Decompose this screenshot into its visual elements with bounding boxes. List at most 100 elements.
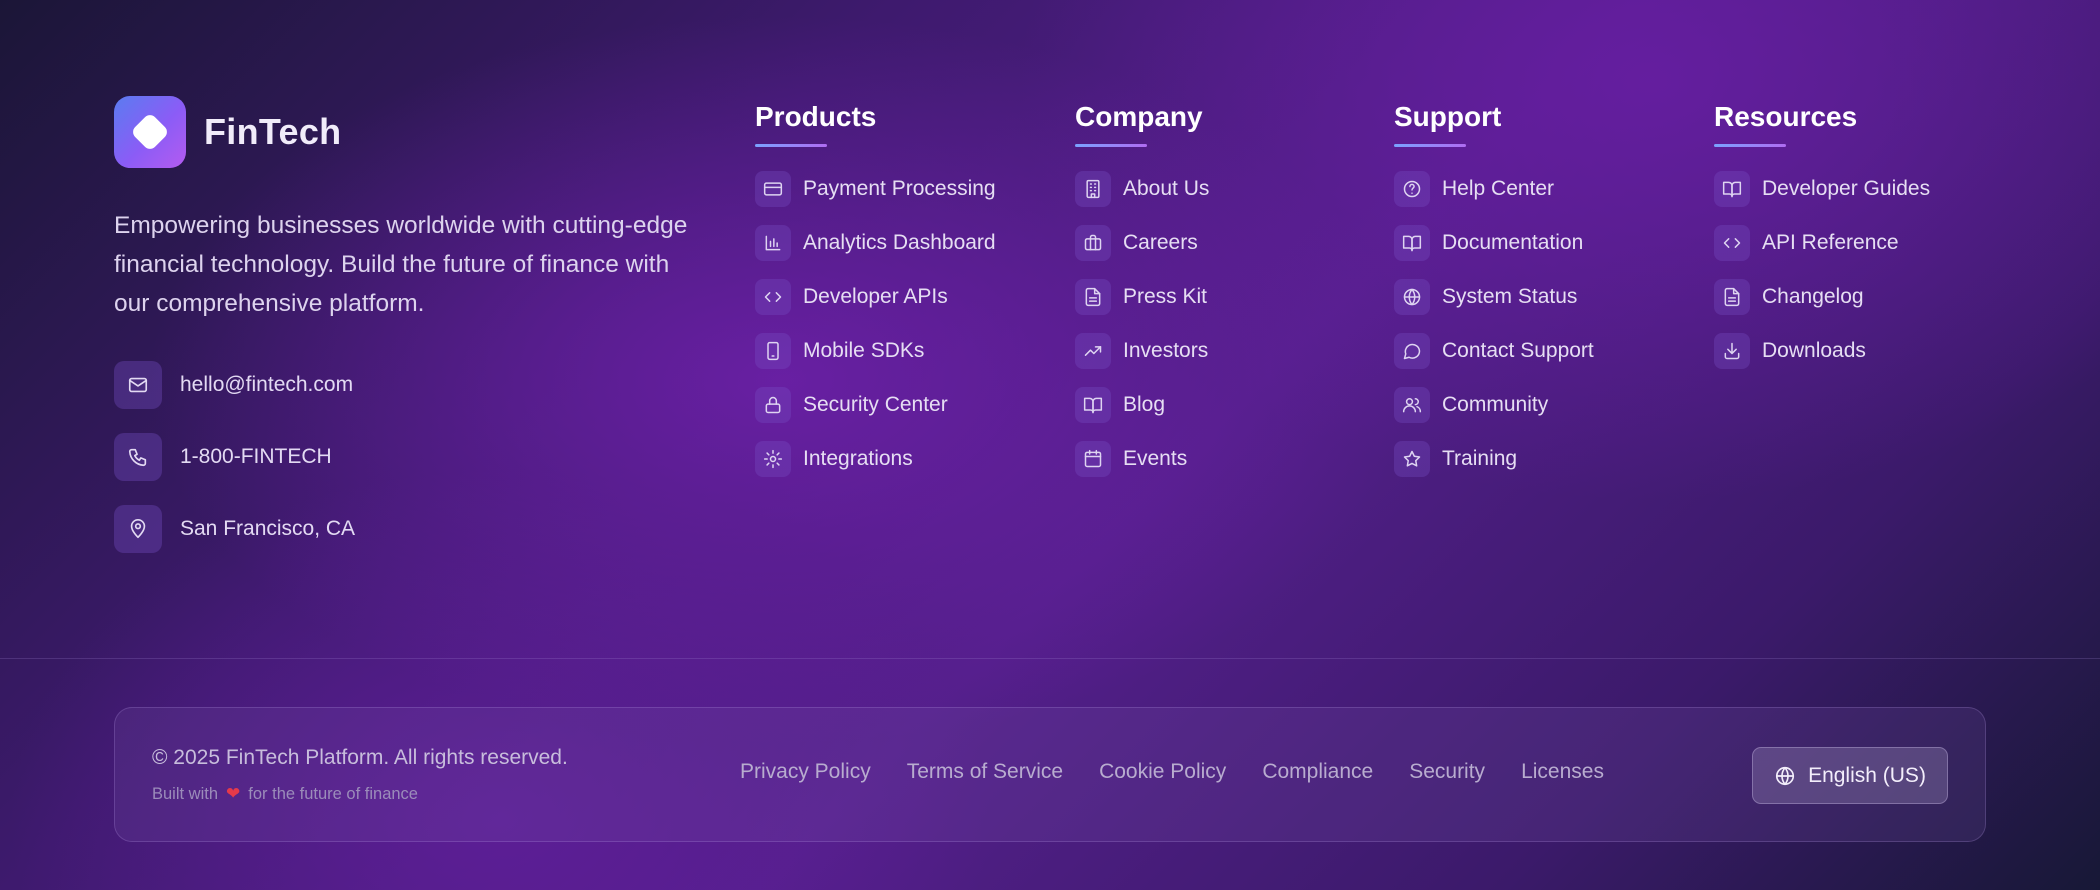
link-label: Documentation [1442,231,1584,254]
lock-icon [755,387,791,423]
column-company: Company About Us Careers Press Kit Inves… [1075,100,1375,495]
link-label: Press Kit [1123,285,1208,308]
link-label: About Us [1123,177,1210,200]
book-open-icon [1714,171,1750,207]
footer-main: FinTech Empowering businesses worldwide … [0,0,2100,658]
link-payment-processing[interactable]: Payment Processing [755,171,1055,207]
star-icon [1394,441,1430,477]
link-label: System Status [1442,285,1578,308]
compliance-link[interactable]: Compliance [1262,760,1373,784]
column-products: Products Payment Processing Analytics Da… [755,100,1055,495]
link-label: Analytics Dashboard [803,231,996,254]
link-investors[interactable]: Investors [1075,333,1375,369]
globe-icon [1774,765,1796,787]
column-underline [1075,144,1147,147]
brand-description: Empowering businesses worldwide with cut… [114,212,688,317]
gear-icon [755,441,791,477]
link-label: API Reference [1762,231,1899,254]
link-label: Help Center [1442,177,1555,200]
column-support: Support Help Center Documentation System… [1394,100,1694,495]
briefcase-icon [1075,225,1111,261]
contact-location-text: San Francisco, CA [180,517,356,540]
privacy-policy-link[interactable]: Privacy Policy [740,760,871,784]
link-developer-guides[interactable]: Developer Guides [1714,171,2014,207]
security-link[interactable]: Security [1409,760,1485,784]
help-circle-icon [1394,171,1430,207]
link-community[interactable]: Community [1394,387,1694,423]
link-documentation[interactable]: Documentation [1394,225,1694,261]
bar-chart-icon [755,225,791,261]
link-help-center[interactable]: Help Center [1394,171,1694,207]
link-security-center[interactable]: Security Center [755,387,1055,423]
file-text-icon [1075,279,1111,315]
link-contact-support[interactable]: Contact Support [1394,333,1694,369]
link-label: Developer Guides [1762,177,1931,200]
brand-section: FinTech Empowering businesses worldwide … [114,96,694,577]
link-training[interactable]: Training [1394,441,1694,477]
link-downloads[interactable]: Downloads [1714,333,2014,369]
licenses-link[interactable]: Licenses [1521,760,1604,784]
trending-up-icon [1075,333,1111,369]
link-careers[interactable]: Careers [1075,225,1375,261]
contact-email-text: hello@fintech.com [180,373,354,396]
link-label: Security Center [803,393,948,416]
users-icon [1394,387,1430,423]
link-events[interactable]: Events [1075,441,1375,477]
built-with-text: Built with ❤ for the future of finance [152,784,418,804]
contact-location[interactable]: San Francisco, CA [114,505,694,553]
heart-icon: ❤ [226,784,241,803]
download-icon [1714,333,1750,369]
code-icon [755,279,791,315]
link-press-kit[interactable]: Press Kit [1075,279,1375,315]
contact-phone[interactable]: 1-800-FINTECH [114,433,694,481]
link-label: Payment Processing [803,177,996,200]
brand-name: FinTech [204,111,342,152]
phone-icon [114,433,162,481]
link-label: Integrations [803,447,913,470]
link-developer-apis[interactable]: Developer APIs [755,279,1055,315]
link-label: Training [1442,447,1518,470]
link-label: Mobile SDKs [803,339,925,362]
column-underline [1714,144,1786,147]
terms-of-service-link[interactable]: Terms of Service [907,760,1063,784]
calendar-icon [1075,441,1111,477]
link-label: Changelog [1762,285,1864,308]
link-label: Contact Support [1442,339,1594,362]
link-analytics-dashboard[interactable]: Analytics Dashboard [755,225,1055,261]
built-with-suffix: for the future of finance [248,784,418,803]
brand-logo-row[interactable]: FinTech [114,96,694,168]
column-underline [1394,144,1466,147]
smartphone-icon [755,333,791,369]
code-icon [1714,225,1750,261]
language-selector-button[interactable]: English (US) [1752,747,1948,804]
column-title-products: Products [755,101,877,132]
contact-list: hello@fintech.com 1-800-FINTECH San Fran… [114,361,694,553]
book-open-icon [1075,387,1111,423]
link-integrations[interactable]: Integrations [755,441,1055,477]
link-label: Downloads [1762,339,1866,362]
link-label: Blog [1123,393,1166,416]
link-about-us[interactable]: About Us [1075,171,1375,207]
contact-email[interactable]: hello@fintech.com [114,361,694,409]
link-changelog[interactable]: Changelog [1714,279,2014,315]
footer-bottom-bar: © 2025 FinTech Platform. All rights rese… [114,707,1986,842]
footer-divider [0,658,2100,659]
column-title-resources: Resources [1714,101,1858,132]
link-label: Investors [1123,339,1209,362]
book-open-icon [1394,225,1430,261]
link-blog[interactable]: Blog [1075,387,1375,423]
link-api-reference[interactable]: API Reference [1714,225,2014,261]
language-label: English (US) [1808,763,1926,787]
link-mobile-sdks[interactable]: Mobile SDKs [755,333,1055,369]
link-label: Careers [1123,231,1198,254]
link-system-status[interactable]: System Status [1394,279,1694,315]
link-label: Developer APIs [803,285,948,308]
message-circle-icon [1394,333,1430,369]
column-resources: Resources Developer Guides API Reference… [1714,100,2014,387]
cookie-policy-link[interactable]: Cookie Policy [1099,760,1226,784]
copyright-text: © 2025 FinTech Platform. All rights rese… [152,746,568,769]
link-label: Events [1123,447,1188,470]
credit-card-icon [755,171,791,207]
contact-phone-text: 1-800-FINTECH [180,445,332,468]
building-icon [1075,171,1111,207]
